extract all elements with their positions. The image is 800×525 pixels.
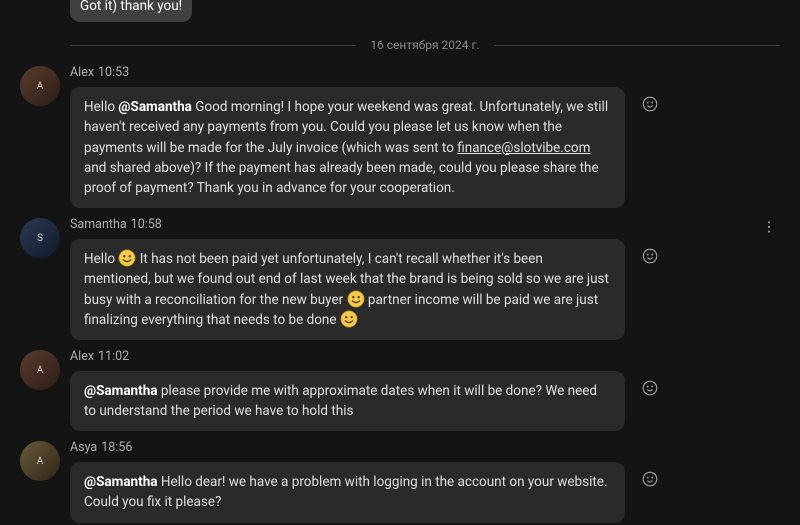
message-bubble: Hello It has not been paid yet unfortuna… <box>70 239 625 340</box>
separator-line <box>70 45 356 46</box>
avatar[interactable]: A <box>20 350 60 390</box>
sender-name[interactable]: Asya <box>70 440 97 455</box>
more-options-button[interactable] <box>758 216 780 238</box>
message-row: A Asya 18:56 @Samantha Hello dear! we have … <box>20 439 780 522</box>
sender-name[interactable]: Samantha <box>70 217 127 232</box>
email-link[interactable]: finance@slotvibe.com <box>457 140 590 156</box>
separator-line <box>494 45 780 46</box>
message-bubble: Hello @Samantha Good morning! I hope you… <box>70 87 625 208</box>
avatar[interactable]: A <box>20 441 60 481</box>
avatar[interactable]: A <box>20 66 60 106</box>
date-label: 16 сентября 2024 г. <box>356 36 493 54</box>
message-row: S Samantha 10:58 Hello It has not been paid… <box>20 216 780 340</box>
message-bubble: Got it) thank you! <box>70 0 192 22</box>
message-column: Alex 10:53 Hello @Samantha Good morning! I… <box>70 64 780 208</box>
message-column: Samantha 10:58 Hello It has not been paid … <box>70 216 780 340</box>
smile-emoji-icon <box>340 310 358 328</box>
message-time: 11:02 <box>98 349 129 364</box>
sender-name[interactable]: Alex <box>70 349 94 364</box>
message-meta: Alex 10:53 <box>70 64 780 83</box>
mention[interactable]: @Samantha <box>118 99 191 115</box>
add-reaction-button[interactable] <box>637 91 663 117</box>
message-meta: Alex 11:02 <box>70 348 780 367</box>
message-time: 18:56 <box>101 440 132 455</box>
chat-container: Got it) thank you! 16 сентября 2024 г. A… <box>0 0 800 525</box>
add-reaction-button[interactable] <box>637 466 663 492</box>
bubble-wrap: Hello It has not been paid yet unfortuna… <box>70 239 780 340</box>
message-bubble: @Samantha Hello dear! we have a problem … <box>70 462 625 523</box>
bubble-wrap: @Samantha Hello dear! we have a problem … <box>70 462 780 523</box>
message-row: A Alex 10:53 Hello @Samantha Good morning! … <box>20 64 780 208</box>
partial-previous-message: Got it) thank you! <box>70 0 780 22</box>
message-column: Alex 11:02 @Samantha please provide me wit… <box>70 348 780 431</box>
date-separator: 16 сентября 2024 г. <box>70 36 780 54</box>
message-time: 10:58 <box>131 217 162 232</box>
add-reaction-button[interactable] <box>637 375 663 401</box>
avatar[interactable]: S <box>20 218 60 258</box>
message-time: 10:53 <box>98 65 129 80</box>
smile-emoji-icon <box>118 249 136 267</box>
mention[interactable]: @Samantha <box>84 383 157 399</box>
message-meta: Asya 18:56 <box>70 439 780 458</box>
bubble-wrap: Hello @Samantha Good morning! I hope you… <box>70 87 780 208</box>
smile-emoji-icon <box>347 290 365 308</box>
message-list: A Alex 10:53 Hello @Samantha Good morning! … <box>20 64 780 522</box>
sender-name[interactable]: Alex <box>70 65 94 80</box>
message-bubble: @Samantha please provide me with approxi… <box>70 371 625 432</box>
bubble-wrap: @Samantha please provide me with approxi… <box>70 371 780 432</box>
message-meta: Samantha 10:58 <box>70 216 780 235</box>
add-reaction-button[interactable] <box>637 243 663 269</box>
message-row: A Alex 11:02 @Samantha please provide me wi… <box>20 348 780 431</box>
message-column: Asya 18:56 @Samantha Hello dear! we have a… <box>70 439 780 522</box>
mention[interactable]: @Samantha <box>84 474 157 490</box>
